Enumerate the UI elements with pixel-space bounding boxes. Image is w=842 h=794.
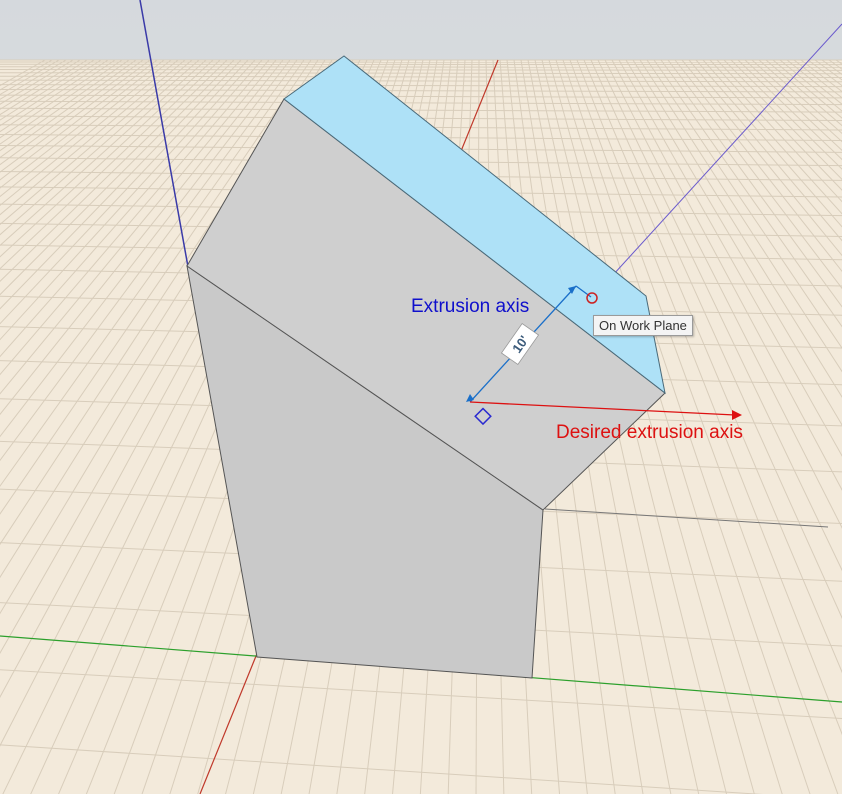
extrusion-axis-label: Extrusion axis [411, 296, 530, 317]
scene-canvas[interactable]: 10' [0, 0, 842, 794]
snap-tooltip: On Work Plane [593, 315, 693, 336]
desired-extrusion-axis-label: Desired extrusion axis [556, 422, 743, 443]
3d-viewport[interactable]: 10' Extrusion axis Desired extrusion axi… [0, 0, 842, 794]
